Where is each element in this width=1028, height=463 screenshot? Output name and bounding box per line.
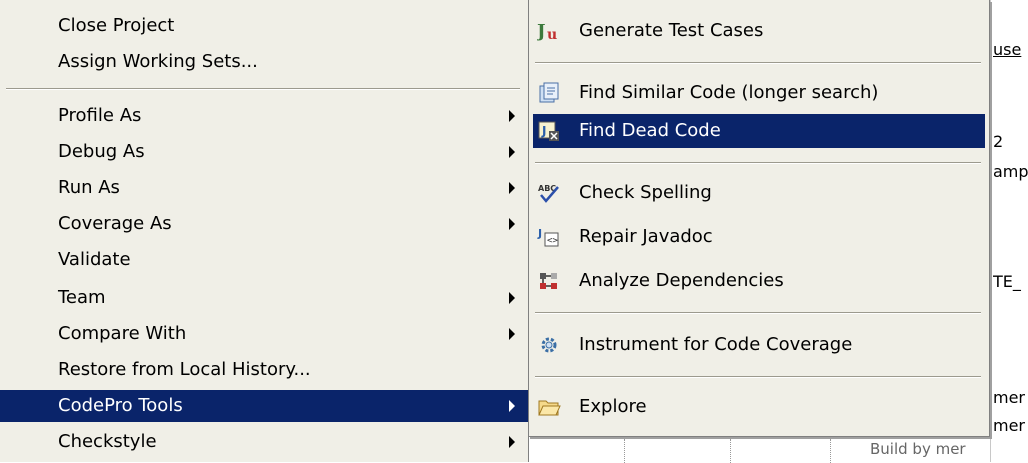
menu-separator	[535, 312, 981, 314]
menu-item-compare-with[interactable]: Compare With	[0, 318, 528, 350]
editor-text-fragment: mer	[993, 388, 1026, 407]
codepro-tools-submenu: J u Generate Test Cases Find Similar Cod…	[528, 0, 990, 437]
editor-text-fragment: TE_	[993, 272, 1021, 291]
submenu-arrow-icon	[509, 436, 515, 448]
menu-item-label: Validate	[58, 249, 131, 270]
menu-item-generate-test-cases[interactable]: J u Generate Test Cases	[529, 14, 989, 48]
background-tree-item: Build by mer	[870, 440, 966, 458]
menu-item-label: Team	[58, 287, 106, 308]
dependencies-icon	[537, 270, 561, 292]
menu-item-run-as[interactable]: Run As	[0, 172, 528, 204]
menu-item-label: Checkstyle	[58, 431, 157, 452]
menu-item-team[interactable]: Team	[0, 282, 528, 314]
similar-code-icon	[537, 82, 561, 104]
spell-check-icon: ABC	[537, 182, 561, 204]
menu-item-validate[interactable]: Validate	[0, 244, 528, 276]
folder-icon	[537, 396, 561, 418]
grid-line	[830, 439, 831, 463]
submenu-arrow-icon	[509, 218, 515, 230]
menu-item-check-spelling[interactable]: ABC Check Spelling	[529, 176, 989, 210]
svg-text:J: J	[537, 21, 546, 42]
editor-text-fragment: mer	[993, 416, 1026, 435]
menu-item-label: Find Similar Code (longer search)	[579, 82, 879, 103]
editor-text-fragment: use	[993, 40, 1022, 59]
menu-item-checkstyle[interactable]: Checkstyle	[0, 426, 528, 458]
grid-line	[730, 439, 731, 463]
svg-text:u: u	[547, 27, 557, 42]
menu-item-label: Restore from Local History...	[58, 359, 311, 380]
menu-item-instrument-code-coverage[interactable]: Instrument for Code Coverage	[529, 328, 989, 362]
dead-code-icon: J	[537, 120, 561, 142]
menu-item-coverage-as[interactable]: Coverage As	[0, 208, 528, 240]
menu-item-label: Generate Test Cases	[579, 20, 764, 41]
project-context-menu: Close Project Assign Working Sets... Pro…	[0, 0, 529, 462]
submenu-arrow-icon	[509, 292, 515, 304]
menu-item-analyze-dependencies[interactable]: Analyze Dependencies	[529, 264, 989, 298]
grid-line	[624, 439, 625, 463]
menu-item-assign-working-sets[interactable]: Assign Working Sets...	[0, 46, 528, 78]
menu-item-label: CodePro Tools	[58, 395, 183, 416]
menu-item-label: Instrument for Code Coverage	[579, 334, 853, 355]
submenu-arrow-icon	[509, 182, 515, 194]
menu-item-profile-as[interactable]: Profile As	[0, 100, 528, 132]
menu-item-label: Debug As	[58, 141, 145, 162]
javadoc-repair-icon: J <>	[537, 226, 561, 248]
menu-item-close-project[interactable]: Close Project	[0, 10, 528, 42]
submenu-arrow-icon	[509, 328, 515, 340]
menu-item-label: Analyze Dependencies	[579, 270, 784, 291]
menu-item-label: Find Dead Code	[579, 120, 721, 141]
editor-text-fragment: 2	[993, 132, 1004, 151]
gear-icon	[537, 334, 561, 356]
menu-item-label: Compare With	[58, 323, 187, 344]
submenu-arrow-icon	[509, 400, 515, 412]
editor-background: use 2 amp TE_ mer mer	[990, 0, 1028, 462]
menu-item-restore-local-history[interactable]: Restore from Local History...	[0, 354, 528, 386]
menu-item-find-dead-code[interactable]: J Find Dead Code	[533, 114, 985, 148]
menu-item-find-similar-code[interactable]: Find Similar Code (longer search)	[529, 76, 989, 110]
menu-item-debug-as[interactable]: Debug As	[0, 136, 528, 168]
menu-item-label: Close Project	[58, 15, 175, 36]
menu-item-label: Explore	[579, 396, 647, 417]
menu-item-label: Repair Javadoc	[579, 226, 713, 247]
menu-item-label: Run As	[58, 177, 120, 198]
menu-separator	[535, 162, 981, 164]
svg-text:<>: <>	[547, 236, 558, 246]
svg-text:J: J	[537, 227, 542, 240]
menu-item-explore[interactable]: Explore	[529, 390, 989, 424]
menu-separator	[535, 62, 981, 64]
editor-text-fragment: amp	[993, 162, 1028, 181]
menu-item-label: Profile As	[58, 105, 142, 126]
menu-separator	[6, 88, 520, 90]
menu-item-label: Assign Working Sets...	[58, 51, 258, 72]
submenu-arrow-icon	[509, 110, 515, 122]
svg-text:J: J	[541, 124, 546, 138]
submenu-arrow-icon	[509, 146, 515, 158]
menu-separator	[535, 376, 981, 378]
menu-item-repair-javadoc[interactable]: J <> Repair Javadoc	[529, 220, 989, 254]
menu-item-label: Coverage As	[58, 213, 172, 234]
menu-item-label: Check Spelling	[579, 182, 712, 203]
junit-test-icon: J u	[537, 20, 561, 42]
menu-item-codepro-tools[interactable]: CodePro Tools	[0, 390, 528, 422]
